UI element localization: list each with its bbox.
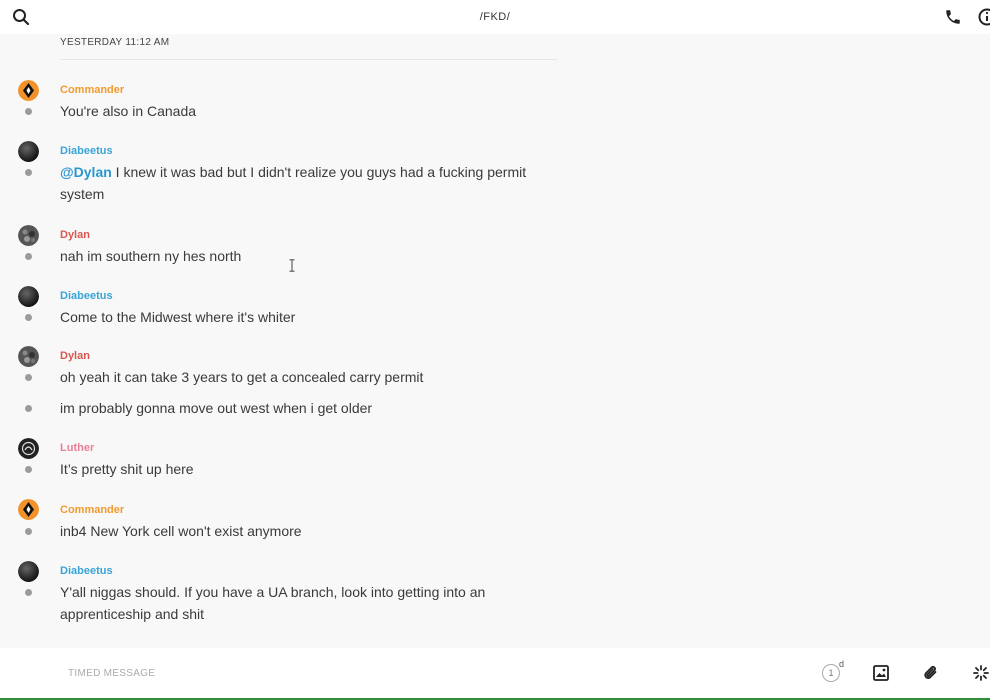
message-text: oh yeah it can take 3 years to get a con… (60, 369, 424, 385)
message-text-part: system (60, 186, 105, 202)
message-text-part: I knew it was bad but I didn't realize y… (115, 164, 527, 180)
message-author[interactable]: Commander (60, 504, 124, 516)
message-author[interactable]: Diabeetus (60, 565, 113, 577)
top-bar: /FKD/ (0, 0, 990, 34)
message-status-dot (25, 405, 32, 412)
conversation-title: /FKD/ (479, 11, 511, 23)
dylan-avatar[interactable] (18, 346, 39, 367)
diabeetus-avatar[interactable] (18, 286, 39, 307)
message-author[interactable]: Dylan (60, 229, 90, 241)
message-text: nah im southern ny hes north (60, 248, 242, 264)
diabeetus-avatar[interactable] (18, 141, 39, 162)
message-status-dot (25, 253, 32, 260)
message-text-part: Y'all niggas should. If you have a UA br… (60, 584, 486, 600)
text-cursor-icon (289, 259, 295, 272)
day-timestamp: YESTERDAY 11:12 AM (60, 37, 170, 48)
paperclip-icon[interactable] (923, 665, 939, 681)
message-status-dot (25, 374, 32, 381)
message-text: inb4 New York cell won't exist anymore (60, 523, 302, 539)
message-author[interactable]: Diabeetus (60, 290, 113, 302)
image-icon[interactable] (873, 665, 889, 681)
timer-unit: d (839, 659, 845, 669)
divider (60, 59, 557, 60)
commander-avatar[interactable] (18, 80, 39, 101)
sparkle-icon[interactable] (973, 665, 989, 681)
timer-value: 1 (822, 664, 840, 682)
message-author[interactable]: Commander (60, 84, 124, 96)
message-text: Come to the Midwest where it's whiter (60, 309, 296, 325)
message-text: im probably gonna move out west when i g… (60, 400, 373, 416)
phone-icon[interactable] (944, 8, 962, 26)
commander-avatar[interactable] (18, 499, 39, 520)
message-status-dot (25, 314, 32, 321)
message-status-dot (25, 466, 32, 473)
timer-icon[interactable]: 1 d (822, 659, 844, 684)
message-text: @Dylan I knew it was bad but I didn't re… (60, 161, 540, 205)
message-status-dot (25, 108, 32, 115)
info-icon[interactable] (978, 8, 990, 26)
message-status-dot (25, 169, 32, 176)
message-author[interactable]: Diabeetus (60, 145, 113, 157)
message-input[interactable] (68, 668, 468, 679)
message-author[interactable]: Luther (60, 442, 94, 454)
dylan-avatar[interactable] (18, 225, 39, 246)
luther-avatar[interactable] (18, 438, 39, 459)
message-text-part: apprenticeship and shit (60, 606, 204, 622)
message-status-dot (25, 589, 32, 596)
message-status-dot (25, 528, 32, 535)
message-author[interactable]: Dylan (60, 350, 90, 362)
message-text: Y'all niggas should. If you have a UA br… (60, 581, 540, 625)
message-text: You're also in Canada (60, 103, 197, 119)
diabeetus-avatar[interactable] (18, 561, 39, 582)
message-text: It’s pretty shit up here (60, 461, 194, 477)
user-mention[interactable]: @Dylan (60, 164, 112, 180)
